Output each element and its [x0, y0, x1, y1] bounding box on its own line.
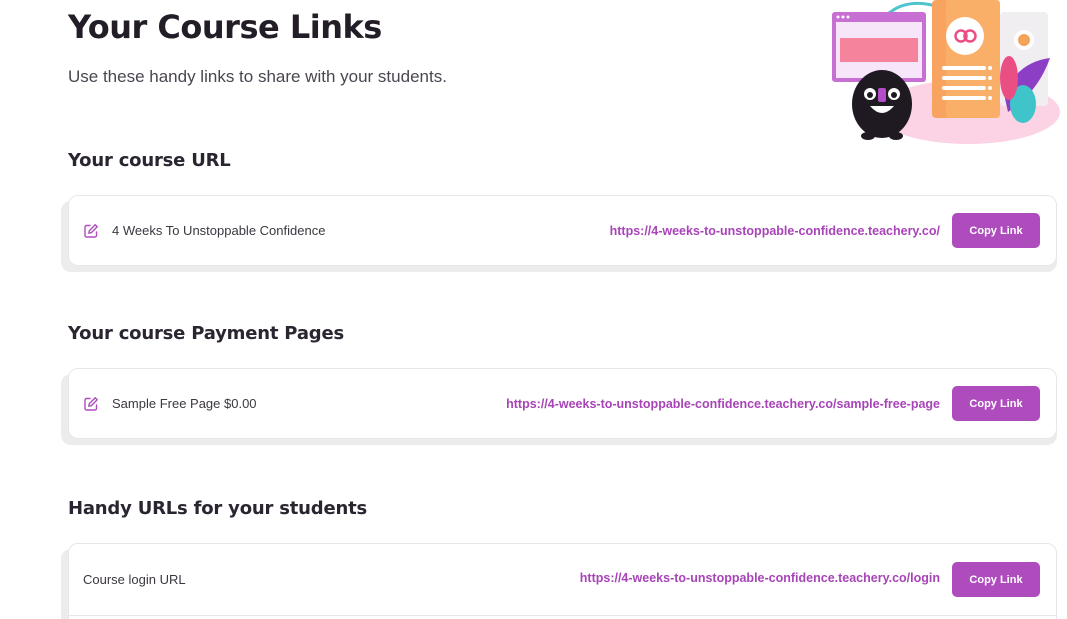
- payment-page-label: Sample Free Page $0.00: [112, 396, 257, 411]
- course-url-card: 4 Weeks To Unstoppable Confidence https:…: [61, 195, 1057, 272]
- edit-icon[interactable]: [83, 396, 99, 412]
- student-urls-heading: Handy URLs for your students: [68, 498, 367, 519]
- copy-link-button[interactable]: Copy Link: [952, 386, 1040, 421]
- payment-pages-card: Sample Free Page $0.00 https://4-weeks-t…: [61, 368, 1057, 445]
- course-url-link[interactable]: https://4-weeks-to-unstoppable-confidenc…: [610, 224, 940, 238]
- payment-pages-heading: Your course Payment Pages: [68, 323, 344, 344]
- course-links-illustration: [832, 0, 1060, 144]
- page-title: Your Course Links: [68, 8, 382, 46]
- login-url-label: Course login URL: [83, 572, 186, 587]
- row-divider: [69, 615, 1056, 616]
- login-url-link[interactable]: https://4-weeks-to-unstoppable-confidenc…: [580, 562, 940, 585]
- copy-link-button[interactable]: Copy Link: [952, 213, 1040, 248]
- link-row: Sample Free Page $0.00 https://4-weeks-t…: [68, 368, 1057, 439]
- copy-link-button[interactable]: Copy Link: [952, 562, 1040, 597]
- link-row: Course login URL https://4-weeks-to-unst…: [68, 543, 1057, 619]
- link-row: 4 Weeks To Unstoppable Confidence https:…: [68, 195, 1057, 266]
- student-urls-card: Course login URL https://4-weeks-to-unst…: [61, 543, 1057, 619]
- page-subtitle: Use these handy links to share with your…: [68, 67, 447, 86]
- course-url-heading: Your course URL: [68, 150, 231, 171]
- payment-page-link[interactable]: https://4-weeks-to-unstoppable-confidenc…: [506, 397, 940, 411]
- edit-icon[interactable]: [83, 223, 99, 239]
- course-name-label: 4 Weeks To Unstoppable Confidence: [112, 223, 326, 238]
